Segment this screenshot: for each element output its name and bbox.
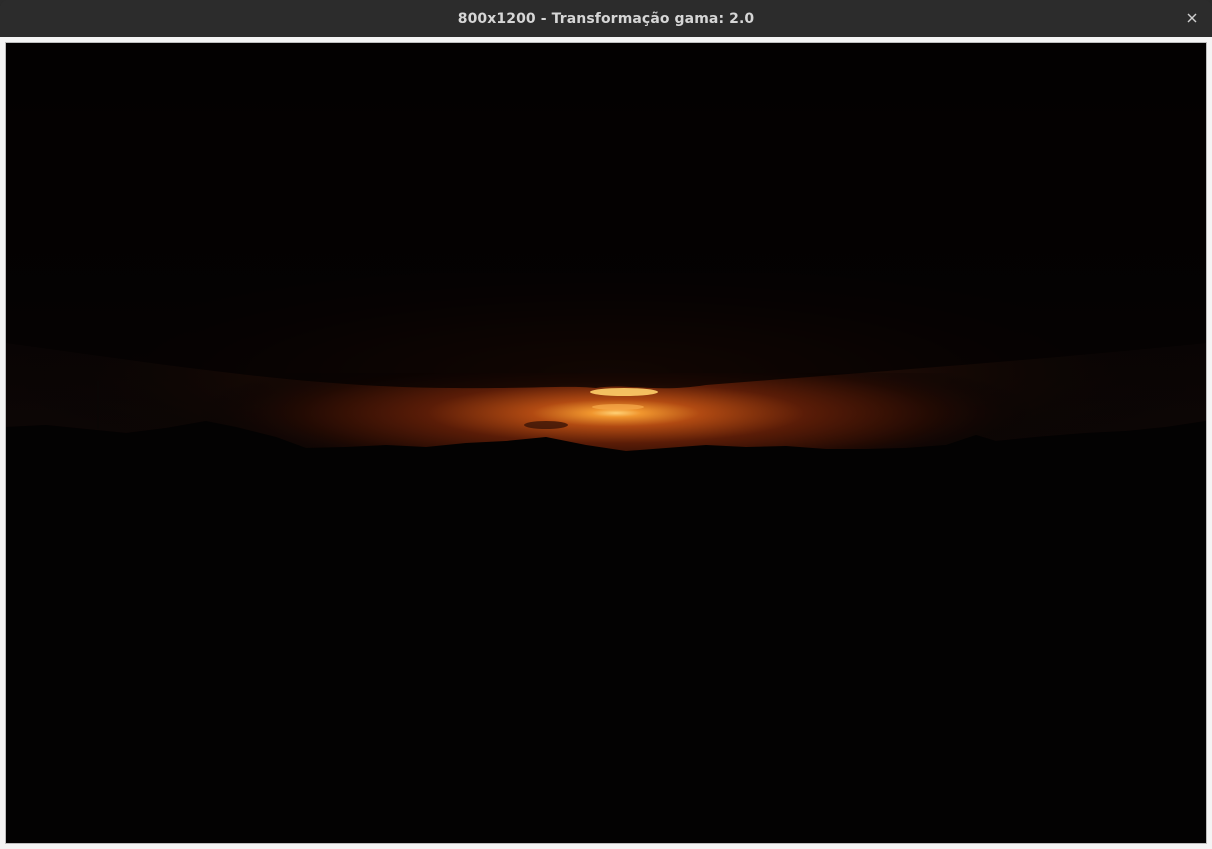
close-icon[interactable]	[1184, 10, 1200, 26]
displayed-image	[5, 42, 1207, 844]
image-viewer-area	[0, 37, 1212, 849]
window-title: 800x1200 - Transformação gama: 2.0	[457, 10, 755, 27]
title-bar[interactable]: 800x1200 - Transformação gama: 2.0	[0, 0, 1212, 37]
sunset-photo	[6, 43, 1206, 843]
app-window: 800x1200 - Transformação gama: 2.0	[0, 0, 1212, 849]
